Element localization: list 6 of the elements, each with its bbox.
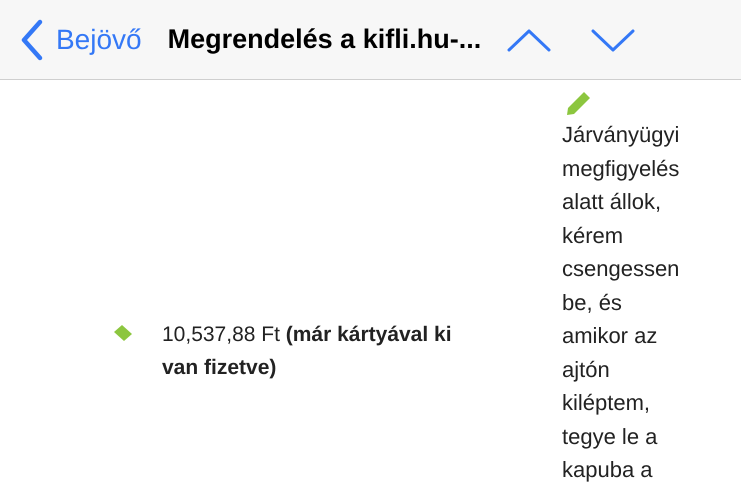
back-button[interactable]: Bejövő — [18, 18, 142, 62]
delivery-note: Járványügyi megfigyelés alatt állok, kérem csengessen be, és amikor az ajtón kiléptem, tegye le a kapuba a — [562, 121, 680, 484]
chevron-down-icon[interactable] — [591, 28, 636, 52]
chevron-up-icon[interactable] — [507, 28, 552, 52]
payment-amount: 10,537,88 Ft (már kártyával ki van fizetve) — [162, 322, 453, 381]
message-subject: Megrendelés a kifli.hu-... — [168, 24, 482, 55]
